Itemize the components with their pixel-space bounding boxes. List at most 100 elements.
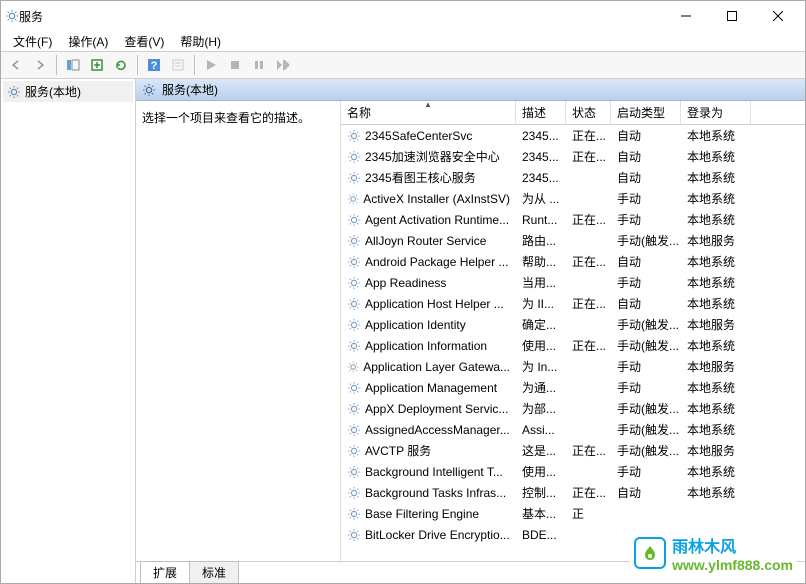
service-status: 正在... <box>566 253 611 270</box>
watermark-text2: www.ylmf888.com <box>672 557 793 573</box>
watermark-text1: 雨林木风 <box>672 533 793 557</box>
watermark: 雨林木风 www.ylmf888.com <box>630 531 797 575</box>
table-row[interactable]: Agent Activation Runtime...Runt...正在...手… <box>341 209 805 230</box>
service-startup: 手动(触发... <box>611 442 681 459</box>
app-icon <box>5 9 19 23</box>
service-desc: 2345... <box>516 171 566 185</box>
gear-icon <box>347 423 361 437</box>
table-row[interactable]: Application Management为通...手动本地系统 <box>341 377 805 398</box>
service-name: 2345SafeCenterSvc <box>365 129 472 143</box>
gear-icon <box>347 318 361 332</box>
table-row[interactable]: ActiveX Installer (AxInstSV)为从 ...手动本地系统 <box>341 188 805 209</box>
table-row[interactable]: Application Host Helper ...为 II...正在...自… <box>341 293 805 314</box>
forward-button[interactable] <box>29 54 51 76</box>
service-desc: 为从 ... <box>516 190 566 207</box>
back-button[interactable] <box>5 54 27 76</box>
minimize-button[interactable] <box>663 1 709 31</box>
service-startup: 手动 <box>611 379 681 396</box>
service-status: 正在... <box>566 337 611 354</box>
service-startup: 手动 <box>611 274 681 291</box>
service-status: 正在... <box>566 148 611 165</box>
service-desc: BDE... <box>516 528 566 542</box>
table-row[interactable]: App Readiness当用...手动本地系统 <box>341 272 805 293</box>
service-desc: 为 II... <box>516 295 566 312</box>
service-name: Application Host Helper ... <box>365 297 504 311</box>
table-row[interactable]: Background Tasks Infras...控制...正在...自动本地… <box>341 482 805 503</box>
service-startup: 手动(触发... <box>611 400 681 417</box>
table-row[interactable]: AllJoyn Router Service路由...手动(触发...本地服务 <box>341 230 805 251</box>
service-logon: 本地系统 <box>681 295 751 312</box>
gear-icon <box>347 276 361 290</box>
table-row[interactable]: Application Information使用...正在...手动(触发..… <box>341 335 805 356</box>
service-startup: 手动 <box>611 190 681 207</box>
gear-icon <box>347 381 361 395</box>
service-desc: 当用... <box>516 274 566 291</box>
table-row[interactable]: AssignedAccessManager...Assi...手动(触发...本… <box>341 419 805 440</box>
service-logon: 本地服务 <box>681 358 751 375</box>
watermark-logo-icon <box>634 537 666 569</box>
service-startup: 手动(触发... <box>611 421 681 438</box>
main-area: 服务(本地) 服务(本地) 选择一个项目来查看它的描述。 名称 ▲ 描述 状 <box>1 79 805 583</box>
service-logon: 本地系统 <box>681 379 751 396</box>
refresh-button[interactable] <box>110 54 132 76</box>
help-button[interactable]: ? <box>143 54 165 76</box>
stop-button[interactable] <box>224 54 246 76</box>
table-row[interactable]: Android Package Helper ...帮助...正在...自动本地… <box>341 251 805 272</box>
menu-action[interactable]: 操作(A) <box>60 31 116 52</box>
service-logon: 本地系统 <box>681 169 751 186</box>
table-row[interactable]: 2345加速浏览器安全中心2345...正在...自动本地系统 <box>341 146 805 167</box>
toolbar: ? <box>1 51 805 79</box>
service-name: Application Information <box>365 339 487 353</box>
col-logon[interactable]: 登录为 <box>681 101 751 124</box>
table-row[interactable]: Application Identity确定...手动(触发...本地服务 <box>341 314 805 335</box>
service-status: 正 <box>566 505 611 522</box>
col-startup[interactable]: 启动类型 <box>611 101 681 124</box>
menubar: 文件(F) 操作(A) 查看(V) 帮助(H) <box>1 31 805 51</box>
table-row[interactable]: 2345看图王核心服务2345...自动本地系统 <box>341 167 805 188</box>
pause-button[interactable] <box>248 54 270 76</box>
service-name: BitLocker Drive Encryptio... <box>365 528 510 542</box>
service-logon: 本地系统 <box>681 421 751 438</box>
tab-standard[interactable]: 标准 <box>189 561 239 583</box>
service-startup: 手动 <box>611 358 681 375</box>
service-logon: 本地系统 <box>681 484 751 501</box>
col-name[interactable]: 名称 ▲ <box>341 101 516 124</box>
service-name: AssignedAccessManager... <box>365 423 510 437</box>
maximize-button[interactable] <box>709 1 755 31</box>
table-row[interactable]: Base Filtering Engine基本...正 <box>341 503 805 524</box>
service-startup: 自动 <box>611 295 681 312</box>
service-desc: 为通... <box>516 379 566 396</box>
gear-icon <box>347 528 361 542</box>
col-description[interactable]: 描述 <box>516 101 566 124</box>
service-startup: 手动 <box>611 211 681 228</box>
table-row[interactable]: Background Intelligent T...使用...手动本地系统 <box>341 461 805 482</box>
show-hide-tree-button[interactable] <box>62 54 84 76</box>
gear-icon <box>347 213 361 227</box>
export-button[interactable] <box>86 54 108 76</box>
gear-icon <box>347 129 361 143</box>
service-status: 正在... <box>566 484 611 501</box>
menu-view[interactable]: 查看(V) <box>116 31 172 52</box>
table-row[interactable]: AVCTP 服务这是...正在...手动(触发...本地服务 <box>341 440 805 461</box>
restart-button[interactable] <box>272 54 294 76</box>
start-button[interactable] <box>200 54 222 76</box>
service-name: Android Package Helper ... <box>365 255 508 269</box>
gear-icon <box>7 85 21 99</box>
properties-button[interactable] <box>167 54 189 76</box>
tab-extended[interactable]: 扩展 <box>140 561 190 583</box>
table-row[interactable]: AppX Deployment Servic...为部...手动(触发...本地… <box>341 398 805 419</box>
menu-file[interactable]: 文件(F) <box>5 31 60 52</box>
col-status[interactable]: 状态 <box>566 101 611 124</box>
table-row[interactable]: 2345SafeCenterSvc2345...正在...自动本地系统 <box>341 125 805 146</box>
service-status: 正在... <box>566 442 611 459</box>
menu-help[interactable]: 帮助(H) <box>172 31 229 52</box>
close-button[interactable] <box>755 1 801 31</box>
table-row[interactable]: Application Layer Gatewa...为 In...手动本地服务 <box>341 356 805 377</box>
list-body[interactable]: 2345SafeCenterSvc2345...正在...自动本地系统2345加… <box>341 125 805 561</box>
list-header: 名称 ▲ 描述 状态 启动类型 登录为 <box>341 101 805 125</box>
service-desc: 为部... <box>516 400 566 417</box>
right-header: 服务(本地) <box>136 79 805 101</box>
gear-icon <box>347 255 361 269</box>
service-name: Background Tasks Infras... <box>365 486 506 500</box>
tree-root-item[interactable]: 服务(本地) <box>3 81 133 102</box>
